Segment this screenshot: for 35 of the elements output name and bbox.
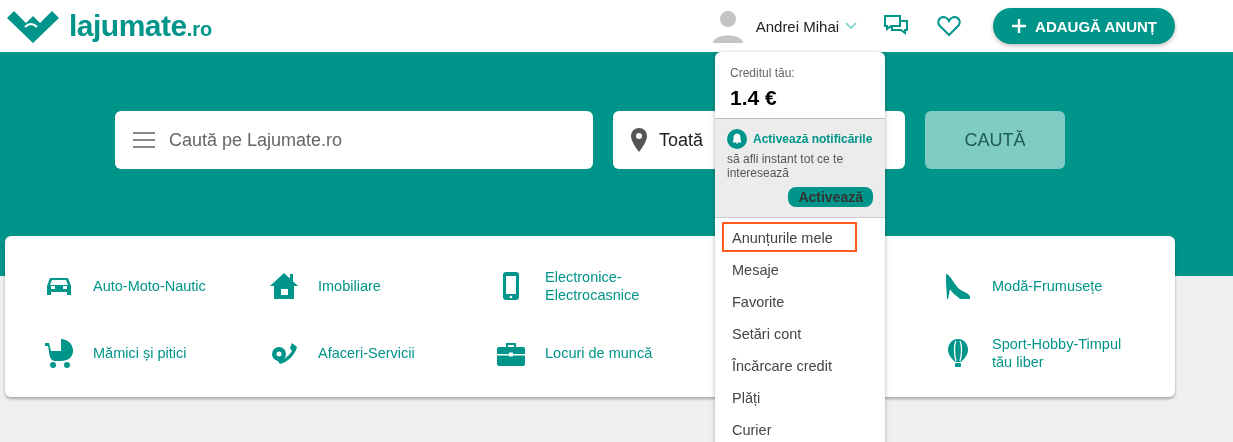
chevron-down-icon[interactable] xyxy=(845,22,858,30)
plus-icon xyxy=(1011,18,1028,34)
notification-text: să afli instant tot ce te interesează xyxy=(727,152,845,180)
menu-item[interactable]: Setări cont xyxy=(722,318,857,348)
credit-label: Creditul tău: xyxy=(730,66,796,80)
logo-text[interactable]: lajumate xyxy=(69,9,187,42)
bell-icon xyxy=(727,129,747,149)
heart-icon[interactable] xyxy=(937,15,962,37)
menu-item[interactable]: Anunțurile mele xyxy=(722,222,857,252)
credit-value: 1.4 € xyxy=(730,86,778,110)
stroller-icon xyxy=(43,337,75,370)
chat-icon[interactable] xyxy=(883,14,910,38)
search-field[interactable]: Caută pe Lajumate.ro xyxy=(115,111,593,169)
location-pin-icon xyxy=(631,128,647,152)
add-listing-button[interactable]: ADAUGĂ ANUNȚ xyxy=(993,8,1175,44)
category-link[interactable]: Electronice-Electrocasnice xyxy=(545,267,695,304)
category-link[interactable]: Sport-Hobby-Timpul tău liber xyxy=(992,335,1142,372)
activate-button[interactable]: Activează xyxy=(788,187,873,207)
category-link[interactable]: Imobiliare xyxy=(318,276,381,295)
category-link[interactable]: Afaceri-Servicii xyxy=(318,344,415,363)
menu-icon xyxy=(133,132,155,148)
handshake-logo-icon xyxy=(5,8,61,44)
notification-title: Activează notificările xyxy=(753,132,873,146)
user-name[interactable]: Andrei Mihai xyxy=(755,17,840,35)
menu-item[interactable]: Curier xyxy=(722,414,857,442)
menu-item[interactable]: Plăți xyxy=(722,382,857,412)
logo-suffix: .ro xyxy=(186,18,213,40)
category-link[interactable]: Auto-Moto-Nautic xyxy=(93,276,206,295)
category-link[interactable]: Mămici și pitici xyxy=(93,344,187,363)
category-link[interactable]: Modă-Frumusețe xyxy=(992,276,1103,295)
menu-item[interactable]: Mesaje xyxy=(722,254,857,284)
category-link[interactable]: Locuri de muncă xyxy=(545,344,653,363)
menu-item[interactable]: Încărcare credit xyxy=(722,350,857,380)
menu-item[interactable]: Favorite xyxy=(722,286,857,316)
search-button[interactable]: CAUTĂ xyxy=(925,111,1065,169)
